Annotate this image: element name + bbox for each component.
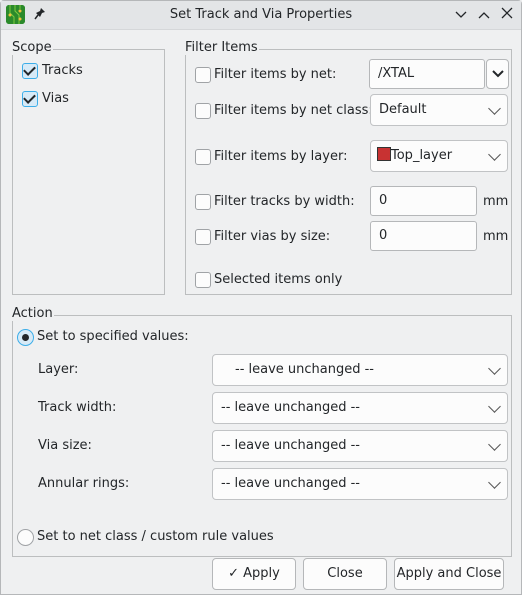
via-size-input[interactable]: 0 (370, 221, 477, 251)
chevron-down-icon (488, 438, 501, 451)
filter-width-checkbox[interactable] (195, 194, 211, 210)
filter-via-size-label: Filter vias by size: (214, 229, 331, 244)
filter-netclass-label: Filter items by net class: (214, 103, 373, 118)
layer-color-swatch (377, 147, 391, 161)
selected-only-checkbox[interactable] (195, 272, 211, 288)
vias-label: Vias (42, 91, 69, 106)
chevron-down-icon (491, 70, 504, 78)
via-size-label: Via size: (38, 438, 92, 453)
scope-label: Scope (11, 40, 53, 55)
netclass-values-label: Set to net class / custom rule values (37, 529, 274, 544)
layer-value: -- leave unchanged -- (235, 362, 375, 377)
filter-net-checkbox[interactable] (195, 67, 211, 83)
layer-filter-value: Top_layer (391, 148, 453, 163)
netclass-value: Default (379, 102, 427, 117)
via-size-unit: mm (483, 229, 509, 244)
apply-and-close-button[interactable]: Apply and Close (394, 558, 504, 590)
dialog-window: Set Track and Via Properties Scope Track… (0, 0, 522, 595)
chevron-down-icon (488, 148, 501, 161)
filter-label: Filter Items (184, 40, 259, 55)
netclass-values-radio[interactable] (17, 529, 34, 546)
chevron-up-icon (478, 12, 490, 19)
specified-values-radio[interactable] (17, 329, 34, 346)
close-window-button[interactable] (498, 6, 516, 24)
layer-select[interactable]: -- leave unchanged -- (212, 354, 508, 386)
filter-width-label: Filter tracks by width: (214, 194, 355, 209)
width-unit: mm (483, 194, 509, 209)
via-size-select[interactable]: -- leave unchanged -- (212, 430, 508, 462)
layer-filter-select[interactable]: Top_layer (370, 140, 508, 172)
track-width-value: -- leave unchanged -- (221, 400, 361, 415)
action-label: Action (11, 306, 54, 321)
track-width-input[interactable]: 0 (370, 186, 477, 216)
title-bar: Set Track and Via Properties (1, 1, 521, 30)
filter-layer-label: Filter items by layer: (214, 149, 348, 164)
netclass-select[interactable]: Default (370, 94, 508, 126)
track-width-label: Track width: (38, 400, 117, 415)
track-width-select[interactable]: -- leave unchanged -- (212, 392, 508, 424)
annular-rings-label: Annular rings: (38, 476, 130, 491)
via-size-value: -- leave unchanged -- (221, 438, 361, 453)
net-input[interactable]: /XTAL (369, 59, 485, 89)
tracks-checkbox[interactable] (22, 63, 38, 79)
scope-group (12, 49, 165, 295)
chevron-down-icon (488, 102, 501, 115)
filter-net-label: Filter items by net: (214, 67, 337, 82)
apply-button[interactable]: ✓ Apply (212, 558, 296, 590)
filter-via-size-checkbox[interactable] (195, 229, 211, 245)
annular-rings-select[interactable]: -- leave unchanged -- (212, 468, 508, 500)
vias-checkbox[interactable] (22, 91, 38, 107)
chevron-down-icon (488, 476, 501, 489)
chevron-down-icon (488, 362, 501, 375)
chevron-down-icon (488, 400, 501, 413)
specified-values-label: Set to specified values: (37, 329, 189, 344)
maximize-button[interactable] (475, 6, 493, 24)
selected-only-label: Selected items only (214, 272, 343, 287)
window-title: Set Track and Via Properties (169, 7, 353, 22)
minimize-button[interactable] (452, 6, 470, 24)
net-dropdown-button[interactable] (486, 59, 509, 89)
filter-layer-checkbox[interactable] (195, 149, 211, 165)
tracks-label: Tracks (42, 63, 83, 78)
chevron-down-icon (455, 11, 467, 18)
annular-rings-value: -- leave unchanged -- (221, 476, 361, 491)
close-icon (501, 7, 513, 19)
close-button[interactable]: Close (303, 558, 387, 590)
layer-label: Layer: (38, 362, 79, 377)
filter-netclass-checkbox[interactable] (195, 103, 211, 119)
